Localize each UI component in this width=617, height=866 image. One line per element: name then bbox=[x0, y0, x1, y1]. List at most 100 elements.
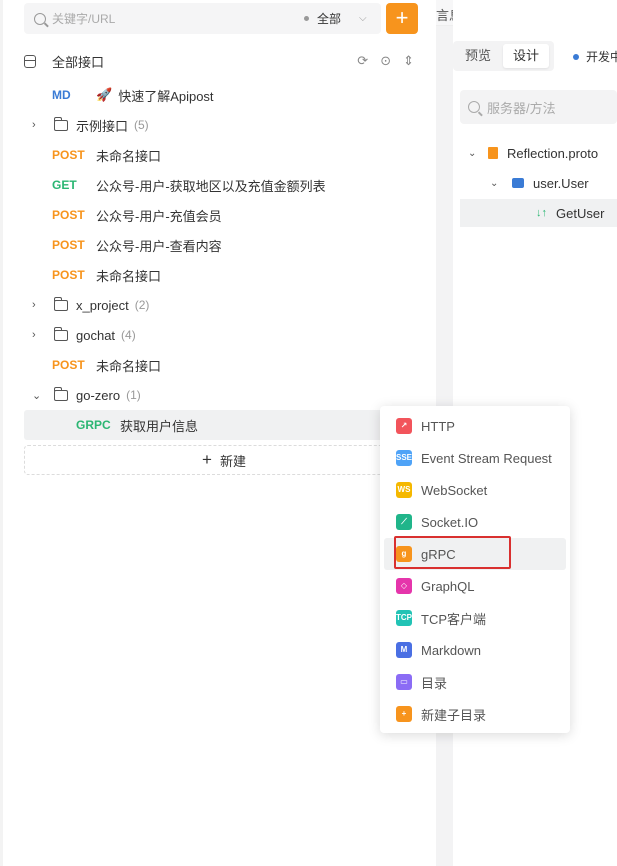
tab-preview[interactable]: 预览 bbox=[455, 44, 501, 68]
filter-label: 全部 bbox=[317, 12, 342, 26]
websocket-icon: WS bbox=[396, 482, 412, 498]
chevron-right-icon[interactable]: › bbox=[32, 119, 44, 131]
menu-item-http[interactable]: ↗ HTTP bbox=[384, 410, 566, 442]
method-badge: POST bbox=[52, 148, 85, 162]
service-search-placeholder: 服务器/方法 bbox=[487, 100, 556, 116]
method-badge: POST bbox=[52, 238, 85, 252]
plus-icon: + bbox=[202, 450, 212, 469]
tree-item-label: 未命名接口 bbox=[96, 148, 162, 164]
tree-header: 全部接口 ⟳ ⊙ ⇕ bbox=[24, 48, 424, 74]
socketio-icon: ⟋ bbox=[396, 514, 412, 530]
tree-item-label: 获取用户信息 bbox=[120, 418, 199, 434]
subfolder-icon: + bbox=[396, 706, 412, 722]
tree-item-label: 未命名接口 bbox=[96, 268, 162, 284]
sse-icon: SSE bbox=[396, 450, 412, 466]
tree-item-api[interactable]: POST 未命名接口 bbox=[24, 140, 434, 170]
menu-item-grpc[interactable]: g gRPC bbox=[384, 538, 566, 570]
menu-item-label: 目录 bbox=[421, 675, 448, 691]
filter-select[interactable]: 全部 ⌵ bbox=[304, 3, 367, 34]
method-badge: POST bbox=[52, 358, 85, 372]
service-label: user.User bbox=[533, 175, 589, 191]
tree-item-label: 公众号-用户-查看内容 bbox=[96, 238, 222, 254]
service-node[interactable]: ⌄ user.User bbox=[460, 169, 617, 197]
tree-item-quickstart[interactable]: MD 🚀 快速了解Apipost bbox=[24, 80, 434, 110]
menu-item-graphql[interactable]: ◇ GraphQL bbox=[384, 570, 566, 602]
filter-dot-icon bbox=[304, 16, 309, 21]
add-button[interactable]: + bbox=[386, 3, 418, 34]
tab-design[interactable]: 设计 bbox=[503, 44, 550, 68]
tree-folder-examples[interactable]: › 示例接口 (5) bbox=[24, 110, 434, 140]
tree-title: 全部接口 bbox=[52, 54, 105, 70]
new-button-label: 新建 bbox=[219, 453, 246, 469]
menu-item-label: Socket.IO bbox=[421, 514, 479, 530]
folder-icon bbox=[54, 116, 68, 131]
chevron-down-icon[interactable]: ⌄ bbox=[32, 389, 44, 402]
tcp-icon: TCP bbox=[396, 610, 412, 626]
method-badge: MD bbox=[52, 88, 71, 102]
folder-count: (2) bbox=[134, 298, 150, 312]
menu-item-label: Event Stream Request bbox=[421, 450, 552, 466]
chevron-right-icon[interactable]: › bbox=[32, 329, 44, 341]
folder-count: (1) bbox=[126, 388, 141, 402]
tree-item-api[interactable]: POST 公众号-用户-充值会员 bbox=[24, 200, 434, 230]
menu-item-label: HTTP bbox=[421, 418, 455, 434]
http-icon: ↗ bbox=[396, 418, 412, 434]
env-status[interactable]: 开发中 bbox=[573, 48, 617, 65]
menu-item-label: 新建子目录 bbox=[421, 707, 487, 723]
folder-label: 示例接口 bbox=[76, 118, 129, 134]
folder-icon bbox=[54, 326, 68, 341]
proto-file-node[interactable]: ⌄ Reflection.proto bbox=[460, 139, 617, 167]
search-input[interactable] bbox=[52, 11, 282, 26]
database-icon bbox=[24, 54, 36, 68]
menu-item-label: TCP客户端 bbox=[421, 611, 487, 627]
menu-item-websocket[interactable]: WS WebSocket bbox=[384, 474, 566, 506]
folder-count: (5) bbox=[134, 118, 149, 132]
folder-open-icon bbox=[54, 386, 68, 401]
menu-item-label: WebSocket bbox=[421, 482, 488, 498]
locate-icon[interactable]: ⊙ bbox=[380, 53, 391, 69]
grpc-icon: g bbox=[396, 546, 412, 562]
graphql-icon: ◇ bbox=[396, 578, 412, 594]
tree-item-label: 快速了解Apipost bbox=[118, 88, 214, 104]
menu-item-markdown[interactable]: M Markdown bbox=[384, 634, 566, 666]
tree-item-api[interactable]: POST 公众号-用户-查看内容 bbox=[24, 230, 434, 260]
menu-item-subfolder[interactable]: + 新建子目录 bbox=[384, 698, 566, 730]
tree-item-api[interactable]: POST 未命名接口 bbox=[24, 350, 434, 380]
markdown-icon: M bbox=[396, 642, 412, 658]
menu-item-socketio[interactable]: ⟋ Socket.IO bbox=[384, 506, 566, 538]
tree-folder-x-project[interactable]: › x_project (2) bbox=[24, 290, 434, 320]
tree-item-api[interactable]: GET 公众号-用户-获取地区以及充值金额列表 bbox=[24, 170, 434, 200]
menu-item-label: gRPC bbox=[421, 546, 456, 562]
tree-item-api[interactable]: POST 未命名接口 bbox=[24, 260, 434, 290]
app-window: 全部 ⌵ + 全部接口 ⟳ ⊙ ⇕ MD 🚀 快速了解Apipost › 示例接… bbox=[0, 0, 617, 866]
search-icon bbox=[34, 12, 46, 25]
rocket-icon: 🚀 bbox=[96, 87, 113, 102]
folder-icon: ▭ bbox=[396, 674, 412, 690]
tree-item-label: 公众号-用户-充值会员 bbox=[96, 208, 222, 224]
tree-item-label: 公众号-用户-获取地区以及充值金额列表 bbox=[96, 178, 326, 194]
tree-item-label: 未命名接口 bbox=[96, 358, 162, 374]
tree-folder-gochat[interactable]: › gochat (4) bbox=[24, 320, 434, 350]
folder-count: (4) bbox=[121, 328, 136, 342]
menu-item-tcp[interactable]: TCP TCP客户端 bbox=[384, 602, 566, 634]
file-icon bbox=[488, 147, 498, 159]
menu-item-folder[interactable]: ▭ 目录 bbox=[384, 666, 566, 698]
proto-file-label: Reflection.proto bbox=[507, 145, 599, 161]
refresh-icon[interactable]: ⟳ bbox=[357, 53, 368, 69]
search-icon bbox=[468, 101, 480, 113]
tree-item-grpc[interactable]: GRPC 获取用户信息 bbox=[24, 410, 434, 440]
menu-item-label: GraphQL bbox=[421, 578, 475, 594]
method-node[interactable]: ↓↑ GetUser bbox=[460, 199, 617, 227]
method-label: GetUser bbox=[556, 205, 605, 221]
menu-item-sse[interactable]: SSE Event Stream Request bbox=[384, 442, 566, 474]
api-search-box[interactable]: 全部 ⌵ bbox=[24, 3, 381, 34]
service-search-box[interactable]: 服务器/方法 bbox=[460, 90, 617, 124]
menu-item-label: Markdown bbox=[421, 642, 481, 658]
view-toggle: 预览 设计 bbox=[453, 41, 554, 71]
collapse-icon[interactable]: ⇕ bbox=[403, 53, 414, 69]
chevron-down-icon: ⌵ bbox=[359, 13, 367, 24]
chevron-right-icon[interactable]: › bbox=[32, 299, 44, 311]
status-dot-icon bbox=[573, 53, 579, 60]
tree-folder-go-zero[interactable]: ⌄ go-zero (1) bbox=[24, 380, 434, 410]
new-button[interactable]: + 新建 bbox=[24, 445, 424, 475]
